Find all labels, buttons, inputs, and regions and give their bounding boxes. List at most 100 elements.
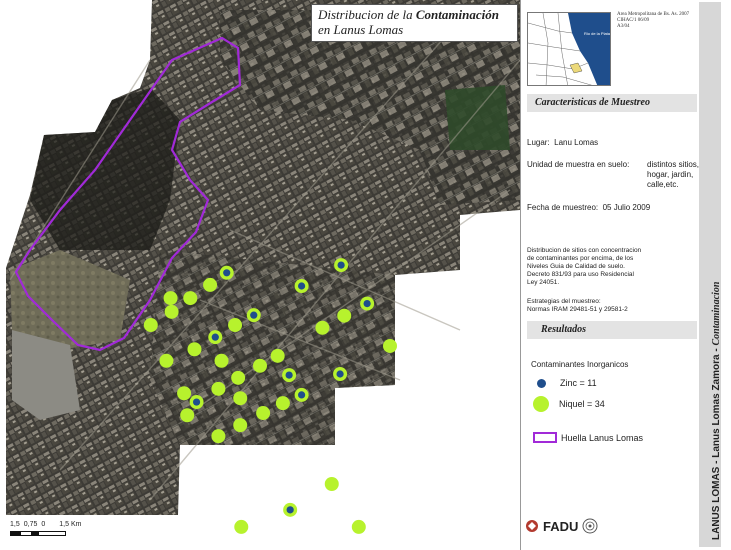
legend-panel: Rio de la Plata Area Metropolitana de Bs… — [520, 0, 731, 550]
scale-labels: 1,5 0,75 0 1,5 Km — [10, 521, 85, 528]
map-title: Distribucion de la Contaminación en Lanu… — [311, 4, 518, 42]
section-resultados: Resultados — [527, 321, 697, 339]
scale-bar-graphic — [10, 531, 66, 536]
lugar-label: Lugar: — [527, 138, 550, 147]
unidad-value-2: hogar, jardin, — [647, 170, 694, 179]
legend-zinc: Zinc = 11 — [533, 378, 597, 388]
park-area — [445, 85, 510, 150]
niquel-sample-point — [337, 308, 352, 323]
niquel-sample-point — [203, 277, 218, 292]
dist-text-4: Decreto 831/93 para uso Residencial — [527, 271, 634, 278]
river-label: Rio de la Plata — [584, 31, 611, 36]
scale-seg-2 — [31, 532, 39, 535]
niquel-sample-point — [256, 406, 271, 421]
niquel-sample-point — [233, 418, 248, 433]
huella-label: Huella Lanus Lomas — [561, 432, 644, 443]
niquel-sample-point — [383, 338, 397, 353]
niquel-sample-point — [253, 358, 267, 373]
unidad-value-1: distintos sitios, — [647, 160, 700, 169]
fecha-value: 05 Julio 2009 — [602, 203, 651, 212]
dist-text-1: Distribucion de sitios con concentracion — [527, 247, 642, 254]
niquel-sample-point — [177, 386, 192, 401]
satellite-map — [6, 0, 520, 534]
estrategias-text: Estrategias del muestreo: Normas IRAM 29… — [527, 298, 695, 314]
huella-symbol-icon — [533, 432, 557, 443]
scale-label-1: 1,5 — [10, 521, 20, 528]
map-view[interactable]: Distribucion de la Contaminación en Lanu… — [0, 0, 520, 550]
zinc-core — [285, 371, 293, 379]
niquel-sample-point — [180, 408, 195, 423]
title-line2: en Lanus Lomas — [318, 22, 404, 37]
niquel-sample-point — [234, 519, 249, 534]
zinc-core — [211, 333, 219, 341]
zinc-core — [298, 282, 306, 290]
lugar-row: Lugar: Lanu Lomas — [527, 138, 598, 148]
zinc-label: Zinc = 11 — [560, 378, 597, 388]
niquel-sample-point — [163, 291, 178, 306]
contaminantes-title: Contaminantes Inorganicos — [531, 360, 629, 369]
estrategias-2: Normas IRAM 29481-51 y 29581-2 — [527, 306, 628, 313]
location-inset-map: Rio de la Plata — [527, 12, 611, 86]
niquel-sample-point — [159, 353, 174, 368]
dark-patch — [30, 88, 180, 250]
dist-text-2: de contaminantes por encima, de los — [527, 255, 634, 262]
fecha-label: Fecha de muestreo: — [527, 203, 599, 212]
fadu-label: FADU — [543, 518, 579, 534]
niquel-sample-point — [211, 381, 226, 396]
niquel-sample-point — [228, 318, 243, 333]
footer-logos: FADU — [525, 518, 598, 534]
scale-label-3: 0 — [41, 521, 46, 528]
vertical-title-italic: Contaminacion — [711, 281, 722, 346]
zinc-core — [223, 269, 231, 277]
section-caracteristicas: Caracteristicas de Muestreo — [527, 94, 697, 112]
niquel-sample-point — [214, 353, 229, 368]
zinc-core — [363, 300, 371, 308]
zinc-core — [336, 370, 344, 378]
zinc-core — [298, 391, 306, 399]
distribucion-text: Distribucion de sitios con concentracion… — [527, 247, 695, 287]
inset-map-graphic: Rio de la Plata — [528, 13, 611, 85]
uba-logo-icon — [526, 520, 538, 532]
niquel-sample-point — [187, 342, 202, 357]
seal-logo-icon — [582, 518, 598, 534]
lugar-value: Lanu Lomas — [554, 138, 599, 147]
scale-label-2: 0,75 — [23, 521, 38, 528]
dist-text-3: Niveles Guia de Calidad de suelo. — [527, 263, 625, 270]
zinc-core — [337, 261, 345, 269]
legend-niquel: Niquel = 34 — [533, 396, 605, 412]
zinc-core — [250, 311, 258, 319]
niquel-sample-point — [275, 396, 290, 411]
dist-text-5: Ley 24051. — [527, 279, 560, 286]
scale-seg-3 — [39, 532, 65, 535]
unidad-value: distintos sitios, hogar, jardin, calle,e… — [647, 160, 699, 190]
niquel-label: Niquel = 34 — [559, 399, 605, 409]
niquel-sample-point — [211, 429, 226, 444]
niquel-sample-point — [143, 318, 158, 333]
vertical-title: LANUS LOMAS - Lanus Lomas Zamora - Conta… — [711, 282, 722, 540]
scale-label-4: 1,5 Km — [59, 521, 82, 528]
fecha-row: Fecha de muestreo: 05 Julio 2009 — [527, 203, 650, 213]
zinc-core — [286, 506, 294, 514]
title-part1: Distribucion de la — [318, 7, 416, 22]
inset-caption: Area Metropolitana de Bs. As. 2007 CIHAC… — [617, 12, 707, 30]
title-bold: Contaminación — [415, 7, 499, 22]
legend-huella: Huella Lanus Lomas — [533, 432, 643, 443]
estrategias-1: Estrategias del muestreo: — [527, 298, 601, 305]
niquel-sample-point — [351, 519, 366, 534]
unidad-label: Unidad de muestra en suelo: — [527, 160, 630, 169]
scale-bar: 1,5 0,75 0 1,5 Km — [10, 521, 90, 543]
zinc-core — [192, 398, 201, 406]
niquel-sample-point — [233, 391, 248, 406]
inset-caption-3: A3/04 — [617, 24, 630, 29]
zinc-symbol-icon — [537, 378, 546, 388]
niquel-sample-point — [164, 304, 179, 319]
niquel-sample-point — [324, 477, 339, 491]
scale-seg-1 — [11, 532, 21, 535]
niquel-sample-point — [231, 370, 246, 385]
niquel-symbol-icon — [533, 396, 549, 412]
niquel-sample-point — [315, 320, 330, 335]
niquel-sample-point — [183, 291, 198, 306]
vertical-title-plain: LANUS LOMAS - Lanus Lomas Zamora - — [711, 345, 722, 540]
unidad-value-3: calle,etc. — [647, 180, 679, 189]
niquel-sample-point — [270, 348, 285, 363]
